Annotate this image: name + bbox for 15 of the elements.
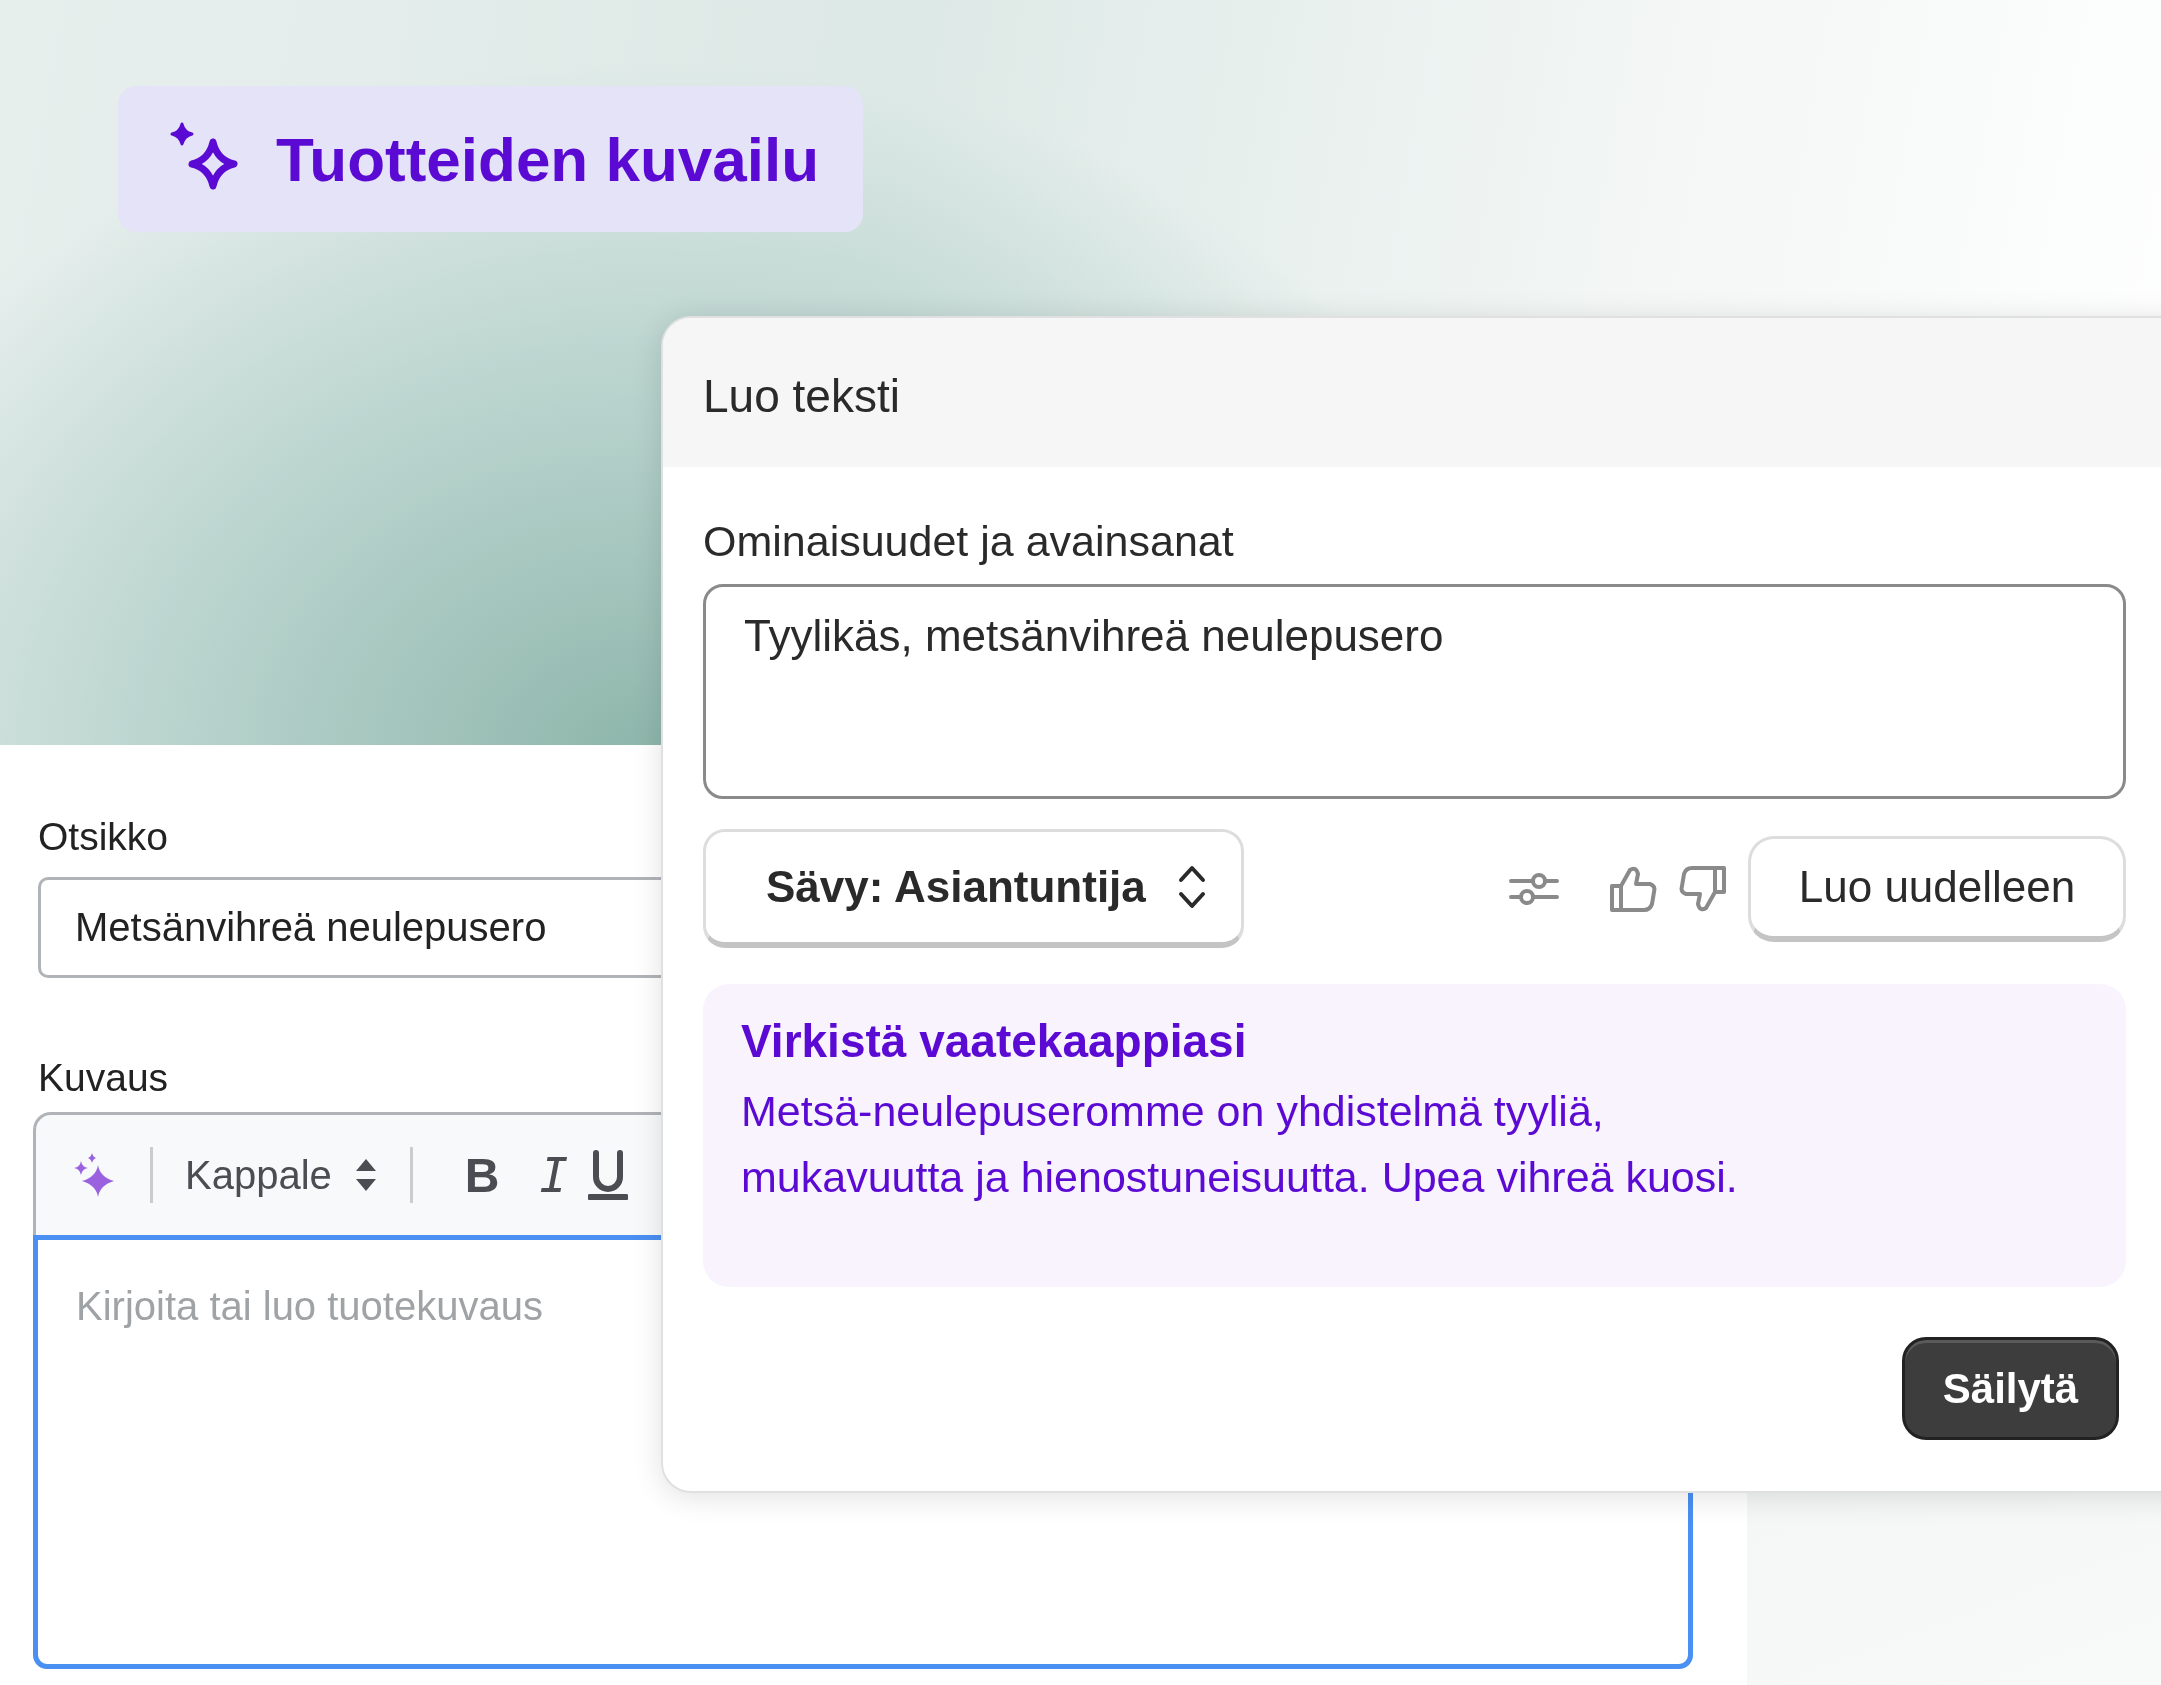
tone-select[interactable]: Sävy: Asiantuntija: [703, 829, 1244, 948]
generated-text: Metsä-neulepuseromme on yhdistelmä tyyliä, mukavuutta ja hienostuneisuutta. Upea vihreä kuosi.: [741, 1086, 1739, 1203]
regenerate-button[interactable]: Luo uudelleen: [1748, 835, 2126, 942]
field-label: Otsikko: [38, 815, 169, 859]
keywords-field[interactable]: Tyylikäs, metsänvihreä neulepusero: [703, 584, 2126, 799]
field-label: Ominaisuudet ja avainsanat: [703, 517, 1234, 566]
field-label: Kuvaus: [38, 1056, 169, 1100]
block-style-select[interactable]: Kappale: [185, 1152, 378, 1198]
generated-heading: Virkistä vaatekaappiasi: [741, 1014, 1248, 1068]
page-title: Tuotteiden kuvailu: [276, 123, 820, 195]
keep-button[interactable]: Säilytä: [1902, 1337, 2119, 1440]
description-input[interactable]: Kirjoita tai luo tuotekuvaus: [76, 1284, 876, 1329]
italic-button[interactable]: I: [519, 1147, 589, 1203]
dialog-title: Luo teksti: [703, 368, 900, 423]
bold-button[interactable]: B: [444, 1147, 520, 1203]
